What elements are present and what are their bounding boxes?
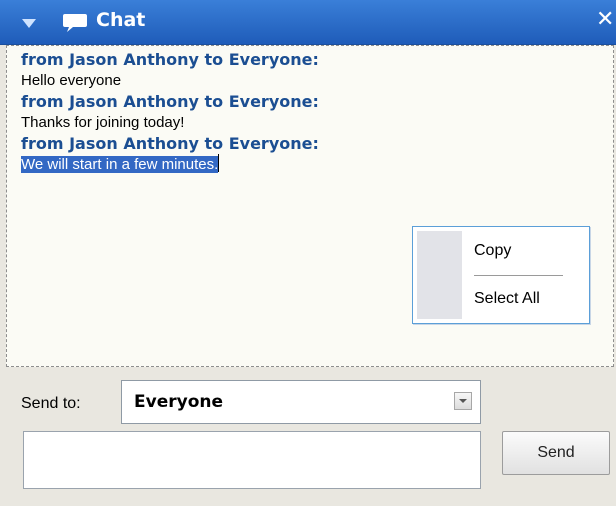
chevron-down-icon[interactable] — [454, 392, 472, 410]
recipient-value: Everyone — [134, 392, 224, 412]
context-menu: Copy Select All — [412, 226, 590, 324]
send-to-label: Send to: — [21, 395, 81, 412]
message-text: Thanks for joining today! — [21, 114, 185, 131]
text-selection: We will start in a few minutes. — [21, 156, 219, 173]
close-icon[interactable]: ✕ — [596, 7, 614, 32]
recipient-dropdown[interactable]: Everyone — [121, 380, 481, 424]
send-button[interactable]: Send — [502, 431, 610, 475]
text-caret — [218, 154, 220, 172]
selected-message-text: We will start in a few minutes. — [21, 154, 613, 176]
menu-icon-gutter — [417, 231, 462, 319]
menu-separator — [474, 275, 563, 276]
message-header: from Jason Anthony to Everyone: — [21, 50, 319, 69]
message-header: from Jason Anthony to Everyone: — [21, 92, 319, 111]
menu-item-select-all[interactable]: Select All — [474, 290, 540, 308]
message-header: from Jason Anthony to Everyone: — [21, 134, 319, 153]
message-input[interactable] — [23, 431, 481, 489]
chat-titlebar: Chat ✕ — [0, 0, 616, 45]
message-text: Hello everyone — [21, 72, 122, 89]
menu-item-copy[interactable]: Copy — [474, 242, 511, 260]
speech-bubble-icon — [63, 14, 87, 32]
collapse-triangle-icon[interactable] — [22, 19, 36, 28]
window-title: Chat — [96, 9, 146, 31]
